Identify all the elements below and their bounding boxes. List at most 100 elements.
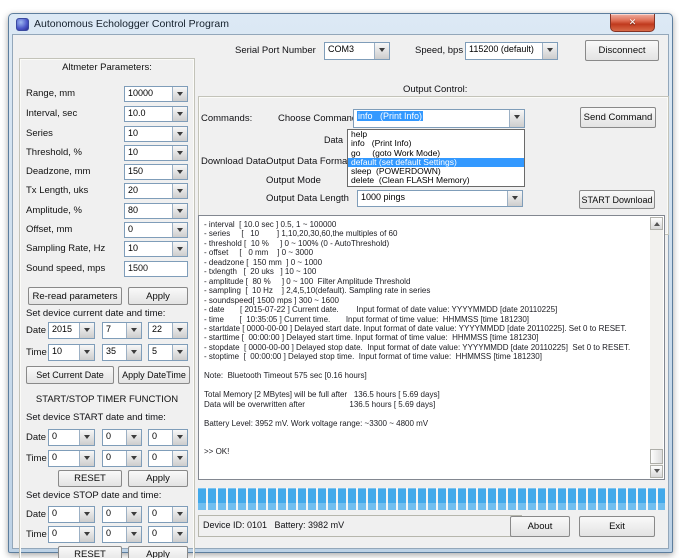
start-day-value: 0	[149, 430, 172, 445]
chevron-down-icon[interactable]	[126, 345, 141, 360]
console-log-area[interactable]: - interval [ 10.0 sec ] 0.5, 1 ~ 100000 …	[198, 215, 665, 480]
start-minute-dropdown[interactable]: 0	[102, 450, 142, 467]
exit-button[interactable]: Exit	[579, 516, 655, 537]
chevron-down-icon[interactable]	[172, 430, 187, 445]
series-value: 10	[125, 127, 172, 141]
stop-hour-dropdown[interactable]: 0	[48, 526, 95, 543]
txlength-dropdown[interactable]: 20	[124, 183, 188, 199]
send-command-button[interactable]: Send Command	[580, 107, 656, 128]
chevron-down-icon[interactable]	[374, 43, 389, 59]
current-day-dropdown[interactable]: 22	[148, 322, 188, 339]
title-bar[interactable]: Autonomous Echologger Control Program	[9, 14, 672, 34]
stop-time-row: Time 0 0 0	[20, 526, 194, 543]
chevron-down-icon[interactable]	[79, 507, 94, 522]
interval-dropdown[interactable]: 10.0	[124, 106, 188, 122]
series-dropdown[interactable]: 10	[124, 126, 188, 142]
sampling-rate-label: Sampling Rate, Hz	[26, 243, 105, 254]
chevron-down-icon[interactable]	[172, 184, 187, 198]
range-dropdown[interactable]: 10000	[124, 86, 188, 102]
scrollbar-thumb[interactable]	[650, 449, 663, 464]
chevron-down-icon[interactable]	[172, 127, 187, 141]
start-apply-button[interactable]: Apply	[128, 470, 188, 487]
start-hour-dropdown[interactable]: 0	[48, 450, 95, 467]
command-dropdown[interactable]: info (Print Info)	[353, 109, 525, 128]
amplitude-dropdown[interactable]: 80	[124, 203, 188, 219]
stop-year-dropdown[interactable]: 0	[48, 506, 95, 523]
current-month-dropdown[interactable]: 7	[102, 322, 142, 339]
chevron-down-icon[interactable]	[79, 430, 94, 445]
soundspeed-input[interactable]: 1500	[124, 261, 188, 277]
about-button[interactable]: About	[510, 516, 570, 537]
stop-minute-dropdown[interactable]: 0	[102, 526, 142, 543]
output-data-length-label: Output Data Length	[266, 193, 349, 204]
chevron-down-icon[interactable]	[172, 451, 187, 466]
start-year-value: 0	[49, 430, 79, 445]
time-label: Time	[26, 453, 47, 464]
chevron-down-icon[interactable]	[79, 345, 94, 360]
chevron-down-icon[interactable]	[79, 451, 94, 466]
chevron-down-icon[interactable]	[509, 110, 524, 127]
apply-parameters-button[interactable]: Apply	[128, 287, 188, 305]
start-month-dropdown[interactable]: 0	[102, 429, 142, 446]
reread-parameters-button[interactable]: Re-read parameters	[28, 287, 122, 305]
current-hour-dropdown[interactable]: 10	[48, 344, 95, 361]
chevron-down-icon[interactable]	[172, 323, 187, 338]
start-download-button[interactable]: START Download	[579, 190, 655, 209]
current-year-dropdown[interactable]: 2015	[48, 322, 95, 339]
chevron-down-icon[interactable]	[126, 527, 141, 542]
chevron-down-icon[interactable]	[172, 107, 187, 121]
chevron-down-icon[interactable]	[542, 43, 557, 59]
current-minute-value: 35	[103, 345, 126, 360]
threshold-dropdown[interactable]: 10	[124, 145, 188, 161]
output-data-length-dropdown[interactable]: 1000 pings	[357, 190, 523, 207]
chevron-down-icon[interactable]	[172, 345, 187, 360]
chevron-down-icon[interactable]	[172, 242, 187, 256]
set-current-date-button[interactable]: Set Current Date	[26, 366, 114, 384]
chevron-down-icon[interactable]	[507, 191, 522, 206]
chevron-down-icon[interactable]	[126, 430, 141, 445]
device-status-text: Device ID: 0101 Battery: 3982 mV	[203, 520, 344, 530]
stop-apply-button[interactable]: Apply	[128, 546, 188, 558]
chevron-down-icon[interactable]	[172, 527, 187, 542]
output-data-length-value: 1000 pings	[358, 191, 507, 206]
scroll-up-icon[interactable]	[650, 217, 663, 230]
chevron-down-icon[interactable]	[172, 507, 187, 522]
stop-day-dropdown[interactable]: 0	[148, 506, 188, 523]
scroll-down-icon[interactable]	[650, 465, 663, 478]
offset-dropdown[interactable]: 0	[124, 222, 188, 238]
current-minute-dropdown[interactable]: 35	[102, 344, 142, 361]
close-button[interactable]: ✕	[610, 14, 655, 32]
param-row-amplitude: Amplitude, % 80	[20, 203, 194, 219]
param-row-sampling-rate: Sampling Rate, Hz 10	[20, 241, 194, 257]
chevron-down-icon[interactable]	[79, 527, 94, 542]
start-day-dropdown[interactable]: 0	[148, 429, 188, 446]
chevron-down-icon[interactable]	[172, 146, 187, 160]
disconnect-button[interactable]: Disconnect	[585, 40, 659, 61]
chevron-down-icon[interactable]	[172, 87, 187, 101]
chevron-down-icon[interactable]	[172, 165, 187, 179]
chevron-down-icon[interactable]	[172, 204, 187, 218]
chevron-down-icon[interactable]	[126, 507, 141, 522]
chevron-down-icon[interactable]	[126, 451, 141, 466]
start-reset-button[interactable]: RESET	[58, 470, 122, 487]
start-datetime-caption: Set device START date and time:	[26, 412, 166, 423]
dropdown-item-delete[interactable]: delete (Clean FLASH Memory)	[348, 176, 524, 185]
chevron-down-icon[interactable]	[172, 223, 187, 237]
chevron-down-icon[interactable]	[79, 323, 94, 338]
time-label: Time	[26, 347, 47, 358]
deadzone-dropdown[interactable]: 150	[124, 164, 188, 180]
apply-datetime-button[interactable]: Apply DateTime	[118, 366, 190, 384]
serial-port-dropdown[interactable]: COM3	[324, 42, 390, 60]
stop-month-dropdown[interactable]: 0	[102, 506, 142, 523]
stop-reset-button[interactable]: RESET	[58, 546, 122, 558]
start-second-dropdown[interactable]: 0	[148, 450, 188, 467]
chevron-down-icon[interactable]	[126, 323, 141, 338]
log-scrollbar[interactable]	[650, 217, 663, 478]
stop-second-dropdown[interactable]: 0	[148, 526, 188, 543]
speed-dropdown[interactable]: 115200 (default)	[465, 42, 558, 60]
status-field: Device ID: 0101 Battery: 3982 mV	[198, 515, 522, 537]
interval-value: 10.0	[125, 107, 172, 121]
start-year-dropdown[interactable]: 0	[48, 429, 95, 446]
sampling-rate-dropdown[interactable]: 10	[124, 241, 188, 257]
current-second-dropdown[interactable]: 5	[148, 344, 188, 361]
